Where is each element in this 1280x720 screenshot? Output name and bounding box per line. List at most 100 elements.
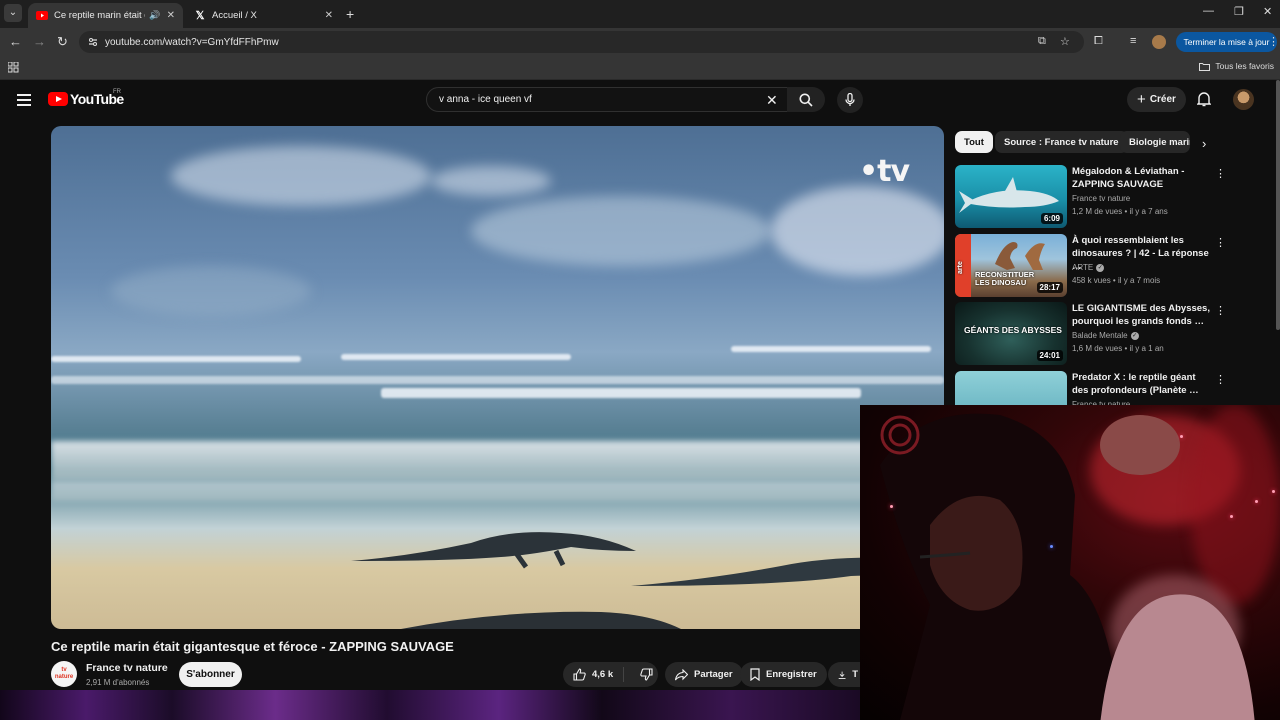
- recommended-video[interactable]: GÉANTS DES ABYSSES 24:01 LE GIGANTISME d…: [955, 302, 1226, 366]
- forward-icon[interactable]: →: [33, 34, 46, 49]
- all-bookmarks-folder[interactable]: Tous les favoris: [1199, 61, 1274, 71]
- minimize-icon[interactable]: —: [1203, 5, 1214, 17]
- channel-name: France tv nature: [1072, 194, 1131, 203]
- reading-list-icon[interactable]: ≡: [1130, 35, 1136, 47]
- page-scrollbar[interactable]: [1276, 80, 1280, 330]
- youtube-favicon-icon: [36, 10, 48, 22]
- bookmark-icon: [750, 668, 760, 681]
- menu-kebab-icon[interactable]: ⋮: [1268, 35, 1279, 48]
- search-input[interactable]: v anna - ice queen vf: [426, 87, 788, 112]
- download-icon: [838, 671, 846, 679]
- chip-topic[interactable]: Biologie marin: [1120, 131, 1190, 153]
- streamer-figure: [880, 413, 1255, 720]
- all-bookmarks-label: Tous les favoris: [1215, 61, 1274, 71]
- channel-name: ARTE: [1072, 263, 1094, 272]
- like-dislike-group: 4,6 k: [563, 662, 658, 687]
- tab-youtube-video[interactable]: Ce reptile marin était gigantesque et fé…: [28, 3, 183, 28]
- bookmarks-bar: Tous les favoris: [0, 56, 1280, 80]
- video-thumbnail[interactable]: GÉANTS DES ABYSSES 24:01: [955, 302, 1067, 365]
- plus-icon: +: [1137, 91, 1146, 108]
- thumbs-up-icon: [573, 668, 586, 681]
- profile-avatar[interactable]: [1152, 35, 1166, 49]
- reptile-figure: [401, 611, 681, 629]
- recommended-channel[interactable]: France tv nature: [1072, 194, 1130, 203]
- close-window-icon[interactable]: ✕: [1263, 5, 1272, 18]
- share-button[interactable]: Partager: [665, 662, 743, 687]
- thumbs-down-icon: [640, 668, 653, 681]
- channel-name[interactable]: France tv nature: [86, 662, 168, 674]
- search-button[interactable]: [787, 87, 825, 112]
- notifications-button[interactable]: [1196, 91, 1212, 112]
- search-query: v anna - ice queen vf: [439, 94, 532, 105]
- tab-x-home[interactable]: 𝕏 Accueil / X ✕: [186, 3, 341, 28]
- webcam-overlay: [860, 405, 1280, 720]
- site-info-icon[interactable]: [87, 36, 99, 48]
- channel-avatar-text: tv nature: [54, 667, 74, 680]
- duration-badge: 24:01: [1036, 350, 1063, 361]
- browser-tab-bar: ⌄ Ce reptile marin était gigantesque et …: [0, 0, 1280, 28]
- x-logo-icon: 𝕏: [195, 10, 205, 22]
- extensions-icon[interactable]: ⧠: [1094, 35, 1103, 48]
- bookmark-star-icon[interactable]: ☆: [1060, 35, 1070, 48]
- dislike-button[interactable]: [630, 668, 653, 681]
- verified-badge-icon: ✓: [1096, 263, 1105, 272]
- more-options-icon[interactable]: ⋮: [1215, 304, 1226, 317]
- hamburger-menu-icon[interactable]: [17, 94, 31, 106]
- clear-search-icon[interactable]: ✕: [766, 92, 778, 109]
- chip-all[interactable]: Tout: [955, 131, 993, 153]
- tab-search-button[interactable]: ⌄: [4, 4, 22, 22]
- video-player[interactable]: •tv: [51, 126, 944, 629]
- save-label: Enregistrer: [766, 669, 817, 680]
- video-thumbnail[interactable]: 6:09: [955, 165, 1067, 228]
- close-tab-icon[interactable]: ✕: [167, 10, 175, 21]
- bell-icon: [1196, 92, 1212, 107]
- recommended-title[interactable]: LE GIGANTISME des Abysses, pourquoi les …: [1072, 302, 1212, 328]
- recommended-meta: 1,6 M de vues • il y a 1 an: [1072, 344, 1164, 353]
- more-options-icon[interactable]: ⋮: [1215, 373, 1226, 386]
- duration-badge: 6:09: [1040, 213, 1063, 224]
- close-tab-icon[interactable]: ✕: [325, 10, 333, 21]
- like-button[interactable]: 4,6 k: [563, 667, 625, 682]
- video-title: Ce reptile marin était gigantesque et fé…: [51, 639, 454, 654]
- recommended-title[interactable]: Predator X : le reptile géant des profon…: [1072, 371, 1212, 397]
- search-icon: [799, 93, 813, 107]
- create-button[interactable]: + Créer: [1127, 87, 1186, 112]
- create-label: Créer: [1149, 94, 1176, 105]
- speaker-icon[interactable]: 🔊: [149, 10, 160, 21]
- recommended-title[interactable]: Mégalodon & Léviathan - ZAPPING SAUVAGE: [1072, 165, 1212, 191]
- share-icon: [675, 668, 688, 680]
- chevron-right-icon[interactable]: ›: [1202, 136, 1206, 151]
- channel-watermark: •tv: [859, 154, 910, 189]
- channel-name: Balade Mentale: [1072, 331, 1128, 340]
- thumbnail-text: GÉANTS DES ABYSSES: [964, 325, 1062, 335]
- save-button[interactable]: Enregistrer: [740, 662, 827, 687]
- comments-area-preview: [0, 690, 860, 720]
- address-bar[interactable]: youtube.com/watch?v=GmYfdFFhPmw: [79, 31, 1084, 53]
- browser-toolbar: ← → ↻ youtube.com/watch?v=GmYfdFFhPmw ⧉ …: [0, 28, 1280, 56]
- mic-icon: [845, 93, 855, 106]
- recommended-channel[interactable]: ARTE ✓: [1072, 263, 1105, 272]
- recommended-video[interactable]: arte RECONSTITUER LES DINOSAU 28:17 À qu…: [955, 234, 1226, 298]
- restore-icon[interactable]: ❐: [1234, 5, 1244, 18]
- like-count: 4,6 k: [592, 669, 614, 680]
- chip-source-channel[interactable]: Source : France tv nature: [995, 131, 1128, 153]
- subscribe-button[interactable]: S'abonner: [179, 662, 242, 687]
- voice-search-button[interactable]: [837, 87, 863, 113]
- folder-icon: [1199, 62, 1211, 71]
- recommended-meta: 1,2 M de vues • il y a 7 ans: [1072, 207, 1168, 216]
- tab-title: Ce reptile marin était gigantesque et fé…: [54, 10, 145, 21]
- channel-avatar[interactable]: tv nature: [51, 661, 77, 687]
- more-options-icon[interactable]: ⋮: [1215, 167, 1226, 180]
- new-tab-icon[interactable]: +: [346, 6, 354, 22]
- reload-icon[interactable]: ↻: [57, 34, 68, 50]
- update-button[interactable]: Terminer la mise à jour: [1176, 32, 1277, 52]
- recommended-channel[interactable]: Balade Mentale ✓: [1072, 331, 1139, 340]
- recommended-meta: 458 k vues • il y a 7 mois: [1072, 276, 1161, 285]
- recommended-video[interactable]: 6:09 Mégalodon & Léviathan - ZAPPING SAU…: [955, 165, 1226, 229]
- apps-grid-icon[interactable]: [8, 62, 19, 73]
- install-app-icon[interactable]: ⧉: [1038, 35, 1046, 48]
- video-thumbnail[interactable]: arte RECONSTITUER LES DINOSAU 28:17: [955, 234, 1067, 297]
- back-icon[interactable]: ←: [9, 34, 22, 49]
- more-options-icon[interactable]: ⋮: [1215, 236, 1226, 249]
- user-avatar[interactable]: [1233, 89, 1254, 110]
